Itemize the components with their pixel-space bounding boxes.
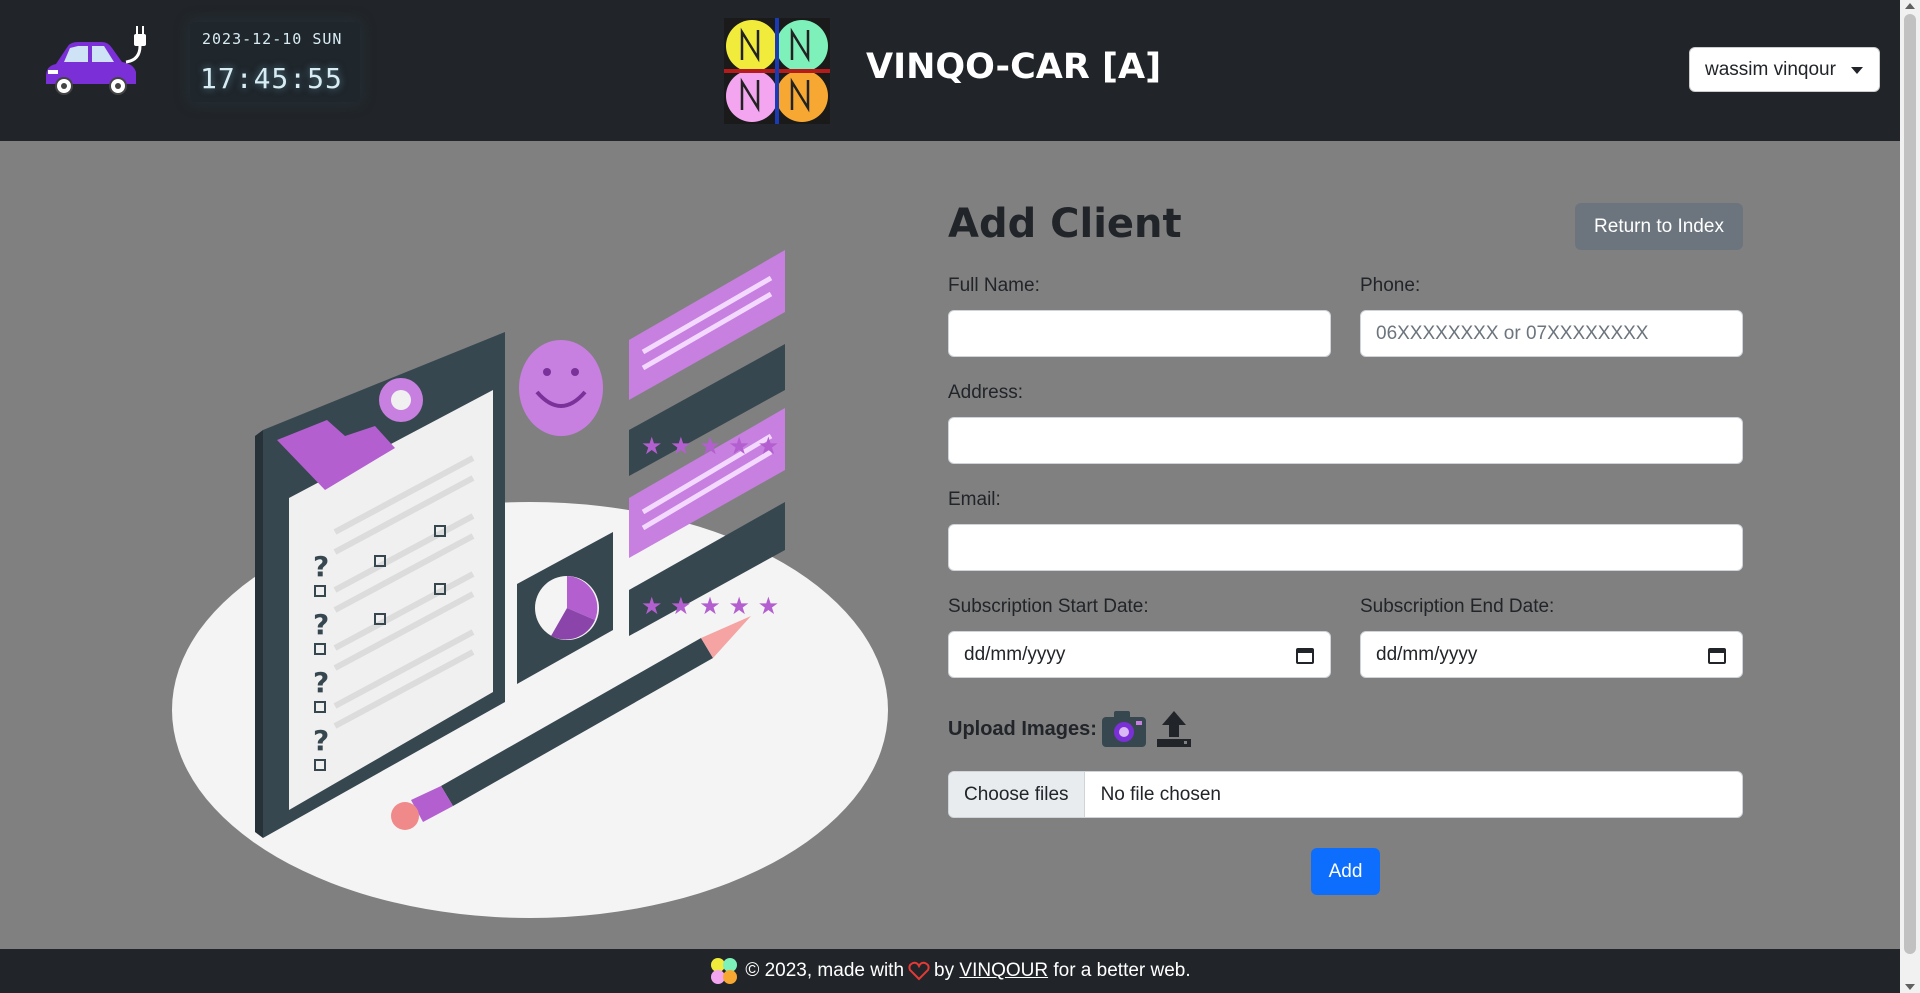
phone-label: Phone: (1360, 275, 1421, 296)
electric-car-icon[interactable] (40, 26, 146, 102)
file-upload-input[interactable]: Choose files No file chosen (948, 771, 1743, 818)
heart-icon (908, 961, 930, 981)
add-button[interactable]: Add (1311, 848, 1380, 895)
chevron-down-icon (1851, 67, 1863, 74)
phone-input[interactable]: 06XXXXXXXX or 07XXXXXXXX (1360, 310, 1743, 357)
footer-copyright: © 2023, made with (745, 960, 905, 981)
email-input[interactable] (948, 524, 1743, 571)
upload-icon (1157, 711, 1191, 747)
clock-time: 17:45:55 (200, 62, 343, 95)
upload-images-label: Upload Images: (948, 718, 1097, 740)
phone-placeholder: 06XXXXXXXX or 07XXXXXXXX (1376, 322, 1649, 344)
brand-title: VINQO-CAR [A] (866, 47, 1162, 87)
footer: © 2023, made with by VINQOUR for a bette… (0, 949, 1900, 993)
scrollbar-thumb[interactable] (1904, 14, 1916, 954)
svg-text:?: ? (313, 608, 329, 641)
user-name: wassim vinqour (1705, 58, 1836, 80)
clock-widget: 2023-12-10 SUN 17:45:55 (190, 22, 360, 102)
return-to-index-button[interactable]: Return to Index (1575, 203, 1743, 250)
end-date-input[interactable]: dd/mm/yyyy (1360, 631, 1743, 678)
footer-by: by (934, 960, 955, 981)
page-title: Add Client (948, 201, 1182, 247)
start-date-value: dd/mm/yyyy (964, 643, 1066, 665)
vinqo-logo (711, 958, 738, 984)
file-status-text: No file chosen (1100, 783, 1221, 805)
clipboard-rating-illustration: ?? ?? ★ ★ ★ ★ ★ ★ ★ ★ ★ ★ (172, 250, 888, 918)
svg-text:★ ★ ★ ★ ★: ★ ★ ★ ★ ★ (641, 592, 779, 620)
svg-text:★ ★ ★ ★ ★: ★ ★ ★ ★ ★ (641, 432, 779, 460)
end-date-label: Subscription End Date: (1360, 596, 1555, 617)
svg-text:?: ? (313, 666, 329, 699)
footer-author-link[interactable]: VINQOUR (959, 960, 1048, 982)
email-label: Email: (948, 489, 1001, 510)
address-label: Address: (948, 382, 1023, 403)
svg-text:?: ? (313, 550, 329, 583)
start-date-label: Subscription Start Date: (948, 596, 1149, 617)
camera-icon (1102, 711, 1146, 747)
full-name-input[interactable] (948, 310, 1331, 357)
footer-tagline: for a better web. (1053, 960, 1191, 981)
scroll-down-arrow-icon[interactable] (1905, 984, 1915, 990)
calendar-icon[interactable] (1296, 646, 1314, 664)
end-date-value: dd/mm/yyyy (1376, 643, 1478, 665)
page-scrollbar[interactable] (1900, 0, 1920, 993)
clock-date: 2023-12-10 SUN (202, 30, 343, 48)
full-name-label: Full Name: (948, 275, 1040, 296)
svg-text:?: ? (313, 724, 329, 757)
user-menu-dropdown[interactable]: wassim vinqour (1689, 47, 1880, 92)
vinqo-logo[interactable] (724, 18, 830, 124)
scroll-up-arrow-icon[interactable] (1905, 3, 1915, 9)
start-date-input[interactable]: dd/mm/yyyy (948, 631, 1331, 678)
navbar: 2023-12-10 SUN 17:45:55 VINQO-CAR [A] wa… (0, 0, 1900, 141)
calendar-icon[interactable] (1708, 646, 1726, 664)
choose-files-button[interactable]: Choose files (949, 772, 1085, 817)
address-input[interactable] (948, 417, 1743, 464)
